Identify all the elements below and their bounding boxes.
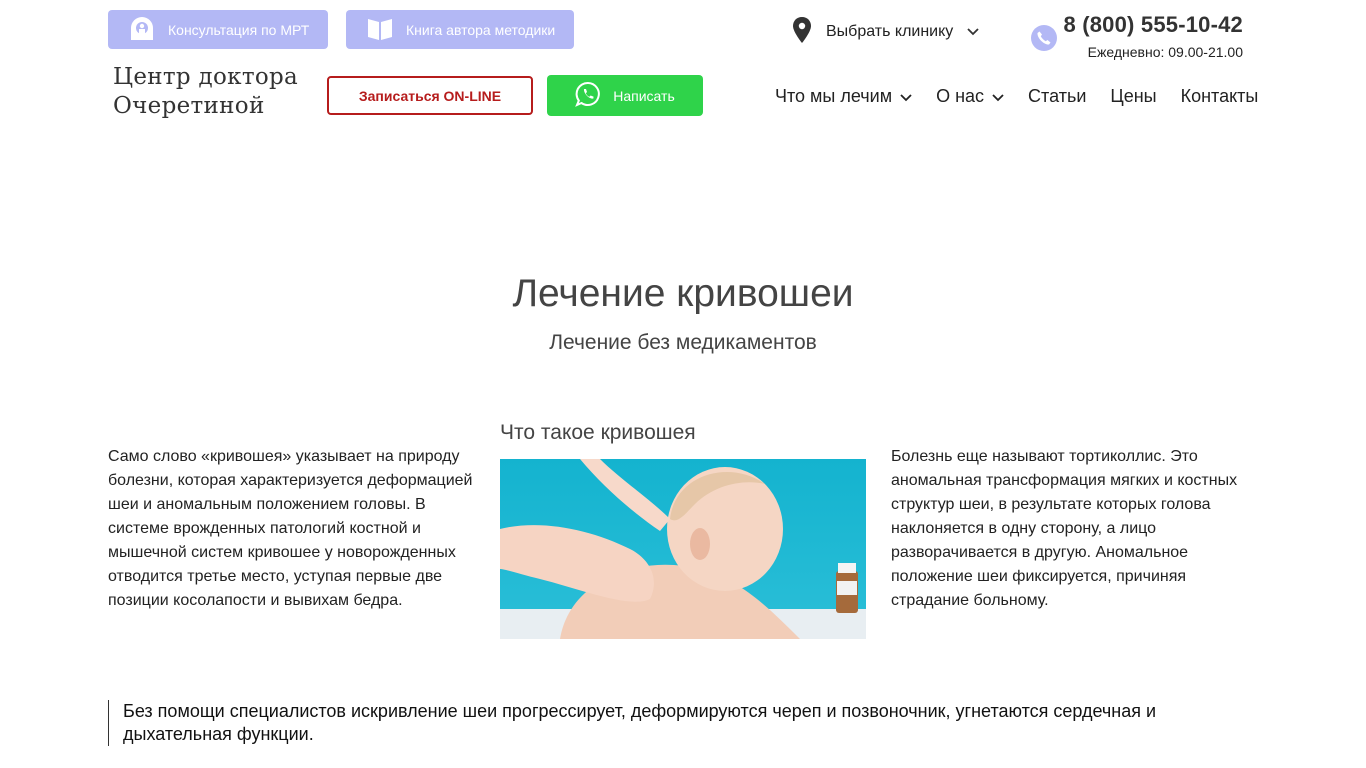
whatsapp-write-button[interactable]: Написать <box>547 75 703 116</box>
baby-massage-photo <box>500 459 866 639</box>
nav-item-label: Контакты <box>1180 85 1259 106</box>
nav-item-about[interactable]: О нас <box>936 86 1004 107</box>
main-navigation: Что мы лечим О нас Статьи Цены Контакты <box>775 84 1258 108</box>
whatsapp-write-label: Написать <box>613 87 675 104</box>
intro-paragraph-right: Болезнь еще называют тортиколлис. Это ан… <box>891 448 1238 609</box>
mri-scanner-icon <box>128 14 156 45</box>
choose-clinic-dropdown[interactable]: Выбрать клинику <box>792 16 979 48</box>
nav-item-label: Цены <box>1110 85 1157 106</box>
book-online-button[interactable]: Записаться ON-LINE <box>327 76 533 115</box>
nav-item-label: Статьи <box>1028 85 1087 106</box>
mri-consultation-button[interactable]: Консультация по МРТ <box>108 10 328 49</box>
map-pin-icon <box>792 16 812 48</box>
chevron-down-icon <box>900 86 912 107</box>
intro-paragraph-left: Само слово «кривошея» указывает на приро… <box>108 448 473 609</box>
choose-clinic-label: Выбрать клинику <box>826 23 954 40</box>
chevron-down-icon <box>967 23 979 41</box>
mri-consultation-label: Консультация по МРТ <box>168 21 310 38</box>
page-title: Лечение кривошеи <box>512 272 854 315</box>
site-logo[interactable]: Центр доктора Очеретиной <box>113 63 323 121</box>
logo-line-1: Центр доктора <box>113 64 299 90</box>
author-book-label: Книга автора методики <box>406 21 556 38</box>
open-book-icon <box>366 14 394 45</box>
nav-item-label: Что мы лечим <box>775 85 893 106</box>
logo-line-2: Очеретиной <box>113 93 265 119</box>
phone-icon <box>1031 25 1057 51</box>
whatsapp-icon <box>575 81 601 110</box>
working-hours: Ежедневно: 09.00-21.00 <box>1087 44 1243 60</box>
nav-item-what-we-treat[interactable]: Что мы лечим <box>775 86 912 107</box>
nav-item-prices[interactable]: Цены <box>1110 86 1156 107</box>
nav-item-articles[interactable]: Статьи <box>1028 86 1086 107</box>
highlight-quote: Без помощи специалистов искривление шеи … <box>108 700 1208 746</box>
nav-item-label: О нас <box>936 85 985 106</box>
phone-number-link[interactable]: 8 (800) 555-10-42 <box>1063 12 1243 38</box>
nav-item-contacts[interactable]: Контакты <box>1181 86 1259 107</box>
author-book-button[interactable]: Книга автора методики <box>346 10 574 49</box>
chevron-down-icon <box>992 86 1004 107</box>
section-heading: Что такое кривошея <box>500 421 696 444</box>
page-subtitle: Лечение без медикаментов <box>549 331 817 354</box>
